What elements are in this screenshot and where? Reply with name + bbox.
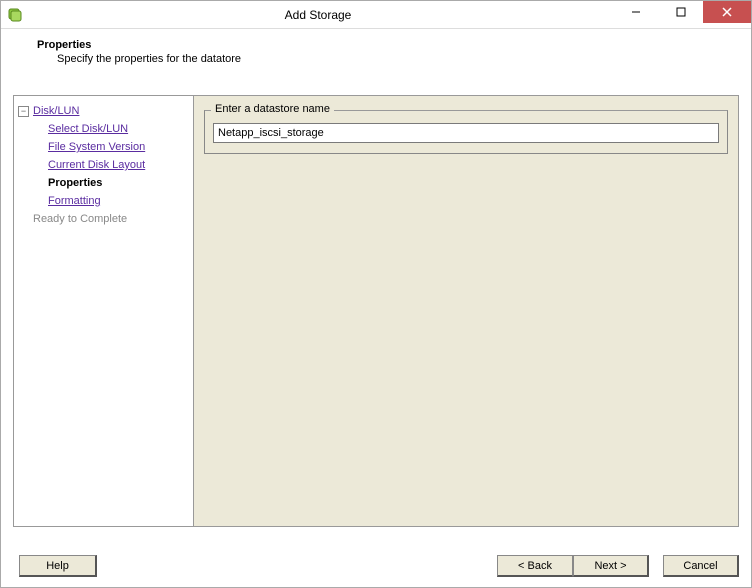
back-button[interactable]: < Back [497,555,573,577]
wizard-footer: Help < Back Next > Cancel [13,555,739,577]
sidebar-item-formatting[interactable]: Formatting [48,192,189,210]
sidebar-item-label: Ready to Complete [33,211,127,227]
datastore-name-input[interactable] [213,123,719,143]
sidebar-item-ready: Ready to Complete [18,210,189,228]
nav-button-group: < Back Next > [497,555,649,577]
datastore-name-fieldset: Enter a datastore name [204,110,728,154]
sidebar-item-label[interactable]: Current Disk Layout [48,157,145,173]
page-description: Specify the properties for the datatore [57,53,739,65]
wizard-steps-sidebar: − Disk/LUN Select Disk/LUN File System V… [14,96,194,526]
sidebar-item-fs-version[interactable]: File System Version [48,138,189,156]
fieldset-legend: Enter a datastore name [211,103,334,115]
window-title: Add Storage [23,8,613,22]
window-controls [613,1,751,28]
sidebar-item-label[interactable]: Formatting [48,193,101,209]
window-root: Add Storage Properties Specify the prope… [1,1,751,587]
sidebar-item-label[interactable]: File System Version [48,139,145,155]
maximize-button[interactable] [658,1,703,23]
sidebar-item-disk-layout[interactable]: Current Disk Layout [48,156,189,174]
wizard-header: Properties Specify the properties for th… [1,29,751,75]
sidebar-item-label[interactable]: Select Disk/LUN [48,121,128,137]
sidebar-item-select-disk[interactable]: Select Disk/LUN [48,120,189,138]
wizard-content: Enter a datastore name [194,96,738,526]
titlebar: Add Storage [1,1,751,29]
minimize-button[interactable] [613,1,658,23]
tree-link-disklun[interactable]: Disk/LUN [33,103,79,119]
close-button[interactable] [703,1,751,23]
wizard-body: − Disk/LUN Select Disk/LUN File System V… [13,95,739,527]
help-button[interactable]: Help [19,555,97,577]
app-icon [7,7,23,23]
page-title: Properties [37,39,739,51]
sidebar-item-label: Properties [48,175,102,191]
collapse-icon[interactable]: − [18,106,29,117]
sidebar-item-properties: Properties [48,174,189,192]
tree-node-disklun[interactable]: − Disk/LUN [18,102,189,120]
cancel-button[interactable]: Cancel [663,555,739,577]
next-button[interactable]: Next > [573,555,649,577]
